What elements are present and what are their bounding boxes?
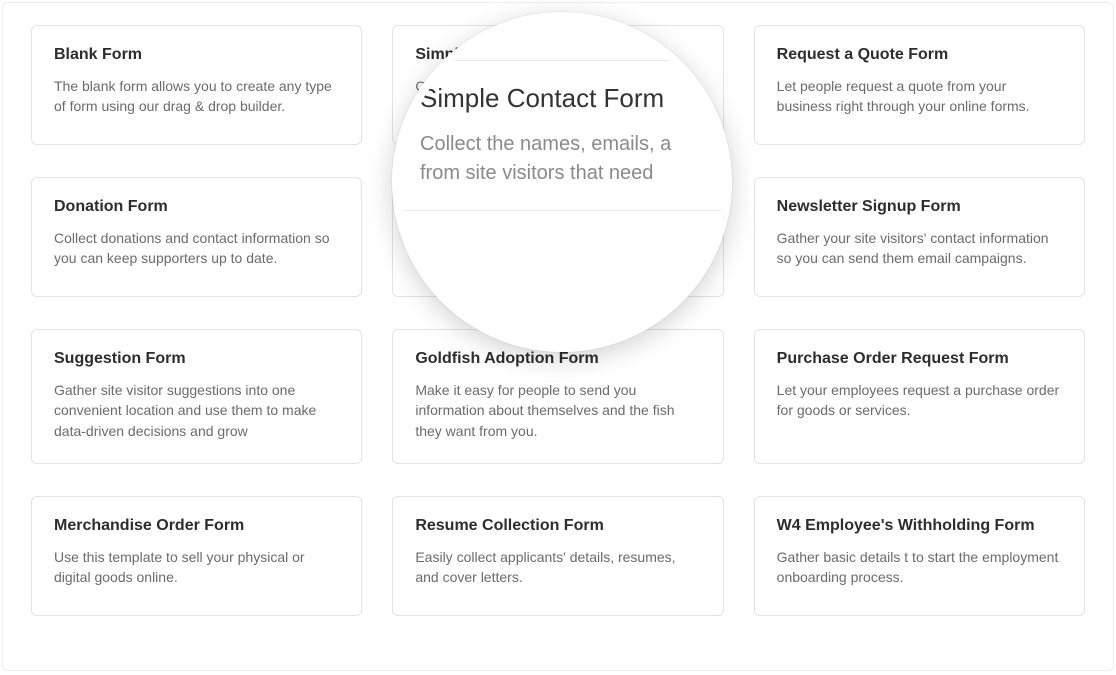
template-grid: Blank Form The blank form allows you to … xyxy=(31,25,1085,616)
template-card-blank-form[interactable]: Blank Form The blank form allows you to … xyxy=(31,25,362,145)
template-card-w4-withholding-form[interactable]: W4 Employee's Withholding Form Gather ba… xyxy=(754,496,1085,616)
template-title: Suggestion Form xyxy=(54,350,339,368)
template-desc: Use this template to sell your physical … xyxy=(54,547,339,588)
template-title: Resume Collection Form xyxy=(415,517,700,535)
template-card-goldfish-adoption-form[interactable]: Goldfish Adoption Form Make it easy for … xyxy=(392,329,723,464)
template-card-merchandise-order-form[interactable]: Merchandise Order Form Use this template… xyxy=(31,496,362,616)
template-title: W4 Employee's Withholding Form xyxy=(777,517,1062,535)
template-picker-panel: Blank Form The blank form allows you to … xyxy=(2,2,1114,671)
template-desc: Collect donations and contact informatio… xyxy=(54,228,339,269)
template-card-simple-contact-form[interactable]: Simple Contact Form Collect the names, e… xyxy=(392,25,723,145)
template-desc: Easily collect applicants' details, resu… xyxy=(415,547,700,588)
template-card-purchase-order-request-form[interactable]: Purchase Order Request Form Let your emp… xyxy=(754,329,1085,464)
template-title: Billing / Order Form xyxy=(415,198,700,216)
template-title: Merchandise Order Form xyxy=(54,517,339,535)
template-desc: Let your employees request a purchase or… xyxy=(777,380,1062,421)
template-desc: The blank form allows you to create any … xyxy=(54,76,339,117)
template-desc: Collect payments for online orders. xyxy=(415,228,700,248)
template-desc: Gather site visitor suggestions into one… xyxy=(54,380,339,441)
template-card-donation-form[interactable]: Donation Form Collect donations and cont… xyxy=(31,177,362,297)
template-desc: Let people request a quote from your bus… xyxy=(777,76,1062,117)
template-title: Goldfish Adoption Form xyxy=(415,350,700,368)
template-title: Purchase Order Request Form xyxy=(777,350,1062,368)
template-card-billing-order-form[interactable]: Billing / Order Form Collect payments fo… xyxy=(392,177,723,297)
template-card-resume-collection-form[interactable]: Resume Collection Form Easily collect ap… xyxy=(392,496,723,616)
template-title: Blank Form xyxy=(54,46,339,64)
template-card-newsletter-signup-form[interactable]: Newsletter Signup Form Gather your site … xyxy=(754,177,1085,297)
template-card-suggestion-form[interactable]: Suggestion Form Gather site visitor sugg… xyxy=(31,329,362,464)
template-desc: Make it easy for people to send you info… xyxy=(415,380,700,441)
template-desc: Gather basic details t to start the empl… xyxy=(777,547,1062,588)
template-card-request-quote-form[interactable]: Request a Quote Form Let people request … xyxy=(754,25,1085,145)
template-desc: Collect the names, emails, and messages … xyxy=(415,76,700,117)
template-title: Simple Contact Form xyxy=(415,46,700,64)
template-title: Newsletter Signup Form xyxy=(777,198,1062,216)
template-title: Request a Quote Form xyxy=(777,46,1062,64)
template-desc: Gather your site visitors' contact infor… xyxy=(777,228,1062,269)
template-title: Donation Form xyxy=(54,198,339,216)
